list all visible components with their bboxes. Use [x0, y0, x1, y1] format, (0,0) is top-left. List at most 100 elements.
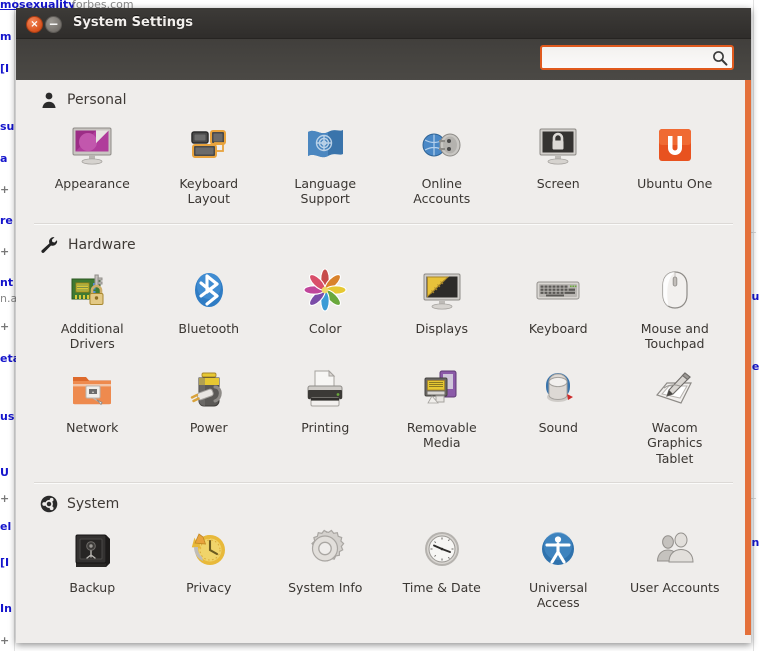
- settings-item-displays[interactable]: Displays: [384, 258, 501, 358]
- settings-item-label: User Accounts: [630, 579, 720, 595]
- background-text: n.a: [0, 292, 18, 305]
- printing-icon: [301, 365, 349, 413]
- window-title: System Settings: [73, 15, 194, 30]
- background-link: In: [0, 602, 12, 615]
- settings-item-label: Power: [189, 420, 228, 435]
- user-accounts-icon: [651, 525, 699, 573]
- section-title: Personal: [67, 92, 127, 108]
- sound-icon: [534, 365, 582, 413]
- background-link: re: [0, 214, 13, 227]
- window-titlebar: × − System Settings: [16, 8, 751, 39]
- time-date-icon: [418, 525, 466, 573]
- settings-item-keyboard[interactable]: Keyboard: [500, 258, 617, 358]
- settings-item-privacy[interactable]: Privacy: [151, 517, 268, 617]
- settings-item-label: Privacy: [186, 579, 232, 595]
- settings-grid-hardware: Additional Drivers Bluetooth Color Displ…: [34, 258, 733, 472]
- settings-item-backup[interactable]: Backup: [34, 517, 151, 617]
- settings-item-label: Wacom Graphics Tablet: [647, 420, 703, 466]
- section-header-system: System: [34, 484, 733, 517]
- settings-section-system: System Backup Privacy System Info Time &…: [16, 481, 751, 617]
- search-input[interactable]: [542, 47, 708, 68]
- section-title: System: [67, 495, 120, 512]
- settings-item-screen[interactable]: Screen: [500, 113, 617, 213]
- background-plus: +: [0, 634, 10, 647]
- settings-item-network[interactable]: Network: [34, 357, 151, 472]
- background-link: su: [0, 120, 15, 133]
- settings-item-label: Language Support: [294, 176, 357, 207]
- settings-item-keyboard-layout[interactable]: Keyboard Layout: [151, 113, 268, 213]
- search-box[interactable]: [540, 45, 734, 70]
- settings-item-label: System Info: [288, 579, 363, 595]
- universal-access-icon: [534, 525, 582, 573]
- settings-item-label: Ubuntu One: [637, 176, 713, 191]
- settings-grid-personal: Appearance Keyboard Layout Language Supp…: [34, 113, 733, 213]
- settings-item-sound[interactable]: Sound: [500, 357, 617, 472]
- removable-media-icon: [418, 365, 466, 413]
- background-link: us: [0, 410, 15, 423]
- settings-item-label: Universal Access: [529, 579, 588, 610]
- section-title: Hardware: [68, 236, 136, 253]
- settings-item-label: Time & Date: [402, 579, 481, 595]
- background-plus: +: [0, 320, 10, 333]
- background-link: a: [0, 152, 8, 165]
- settings-item-label: Backup: [69, 579, 116, 595]
- toolbar: [16, 39, 751, 81]
- background-link: [I: [0, 556, 10, 569]
- language-support-icon: [301, 121, 349, 169]
- minimize-icon[interactable]: −: [45, 16, 62, 33]
- screen-lock-icon: [534, 121, 582, 169]
- settings-item-label: Displays: [415, 320, 469, 336]
- settings-item-label: Printing: [301, 420, 350, 435]
- background-link: m: [0, 30, 12, 43]
- background-plus: +: [0, 183, 10, 196]
- wacom-tablet-icon: [651, 365, 699, 413]
- appearance-icon: [68, 121, 116, 169]
- settings-grid-system: Backup Privacy System Info Time & Date U…: [34, 517, 733, 617]
- settings-item-color[interactable]: Color: [267, 258, 384, 358]
- ubuntu-one-icon: [651, 121, 699, 169]
- settings-item-appearance[interactable]: Appearance: [34, 113, 151, 213]
- background-plus: +: [0, 492, 10, 505]
- vertical-scrollbar[interactable]: [745, 80, 751, 635]
- settings-item-wacom-graphics-tablet[interactable]: Wacom Graphics Tablet: [617, 357, 734, 472]
- close-icon[interactable]: ×: [26, 16, 43, 33]
- settings-item-label: Color: [308, 320, 342, 336]
- settings-item-user-accounts[interactable]: User Accounts: [617, 517, 734, 617]
- additional-drivers-icon: [68, 266, 116, 314]
- search-icon[interactable]: [708, 50, 732, 66]
- settings-item-language-support[interactable]: Language Support: [267, 113, 384, 213]
- settings-item-power[interactable]: Power: [151, 357, 268, 472]
- settings-item-label: Online Accounts: [413, 176, 471, 207]
- settings-item-bluetooth[interactable]: Bluetooth: [151, 258, 268, 358]
- color-icon: [301, 266, 349, 314]
- bluetooth-icon: [185, 266, 233, 314]
- settings-item-label: Keyboard Layout: [179, 176, 239, 207]
- settings-item-online-accounts[interactable]: Online Accounts: [384, 113, 501, 213]
- settings-item-label: Removable Media: [406, 420, 477, 451]
- minimize-glyph: −: [48, 17, 59, 31]
- background-plus: +: [0, 245, 10, 258]
- background-link: nt: [0, 276, 14, 289]
- person-icon: [40, 91, 58, 109]
- settings-item-mouse-and-touchpad[interactable]: Mouse and Touchpad: [617, 258, 734, 358]
- online-accounts-icon: [418, 121, 466, 169]
- power-icon: [185, 365, 233, 413]
- privacy-icon: [185, 525, 233, 573]
- settings-item-system-info[interactable]: System Info: [267, 517, 384, 617]
- settings-content: Personal Appearance Keyboard Layout Lang…: [16, 80, 751, 643]
- mouse-touchpad-icon: [651, 266, 699, 314]
- section-header-personal: Personal: [34, 80, 733, 113]
- settings-item-time-date[interactable]: Time & Date: [384, 517, 501, 617]
- settings-item-ubuntu-one[interactable]: Ubuntu One: [617, 113, 734, 213]
- settings-item-removable-media[interactable]: Removable Media: [384, 357, 501, 472]
- settings-item-printing[interactable]: Printing: [267, 357, 384, 472]
- settings-item-label: Screen: [536, 176, 580, 191]
- background-link: [I: [0, 62, 10, 75]
- settings-item-additional-drivers[interactable]: Additional Drivers: [34, 258, 151, 358]
- settings-section-personal: Personal Appearance Keyboard Layout Lang…: [16, 80, 751, 213]
- backup-icon: [68, 525, 116, 573]
- wrench-icon: [40, 236, 59, 254]
- close-glyph: ×: [30, 18, 39, 30]
- settings-item-universal-access[interactable]: Universal Access: [500, 517, 617, 617]
- scrollbar-thumb[interactable]: [745, 80, 751, 635]
